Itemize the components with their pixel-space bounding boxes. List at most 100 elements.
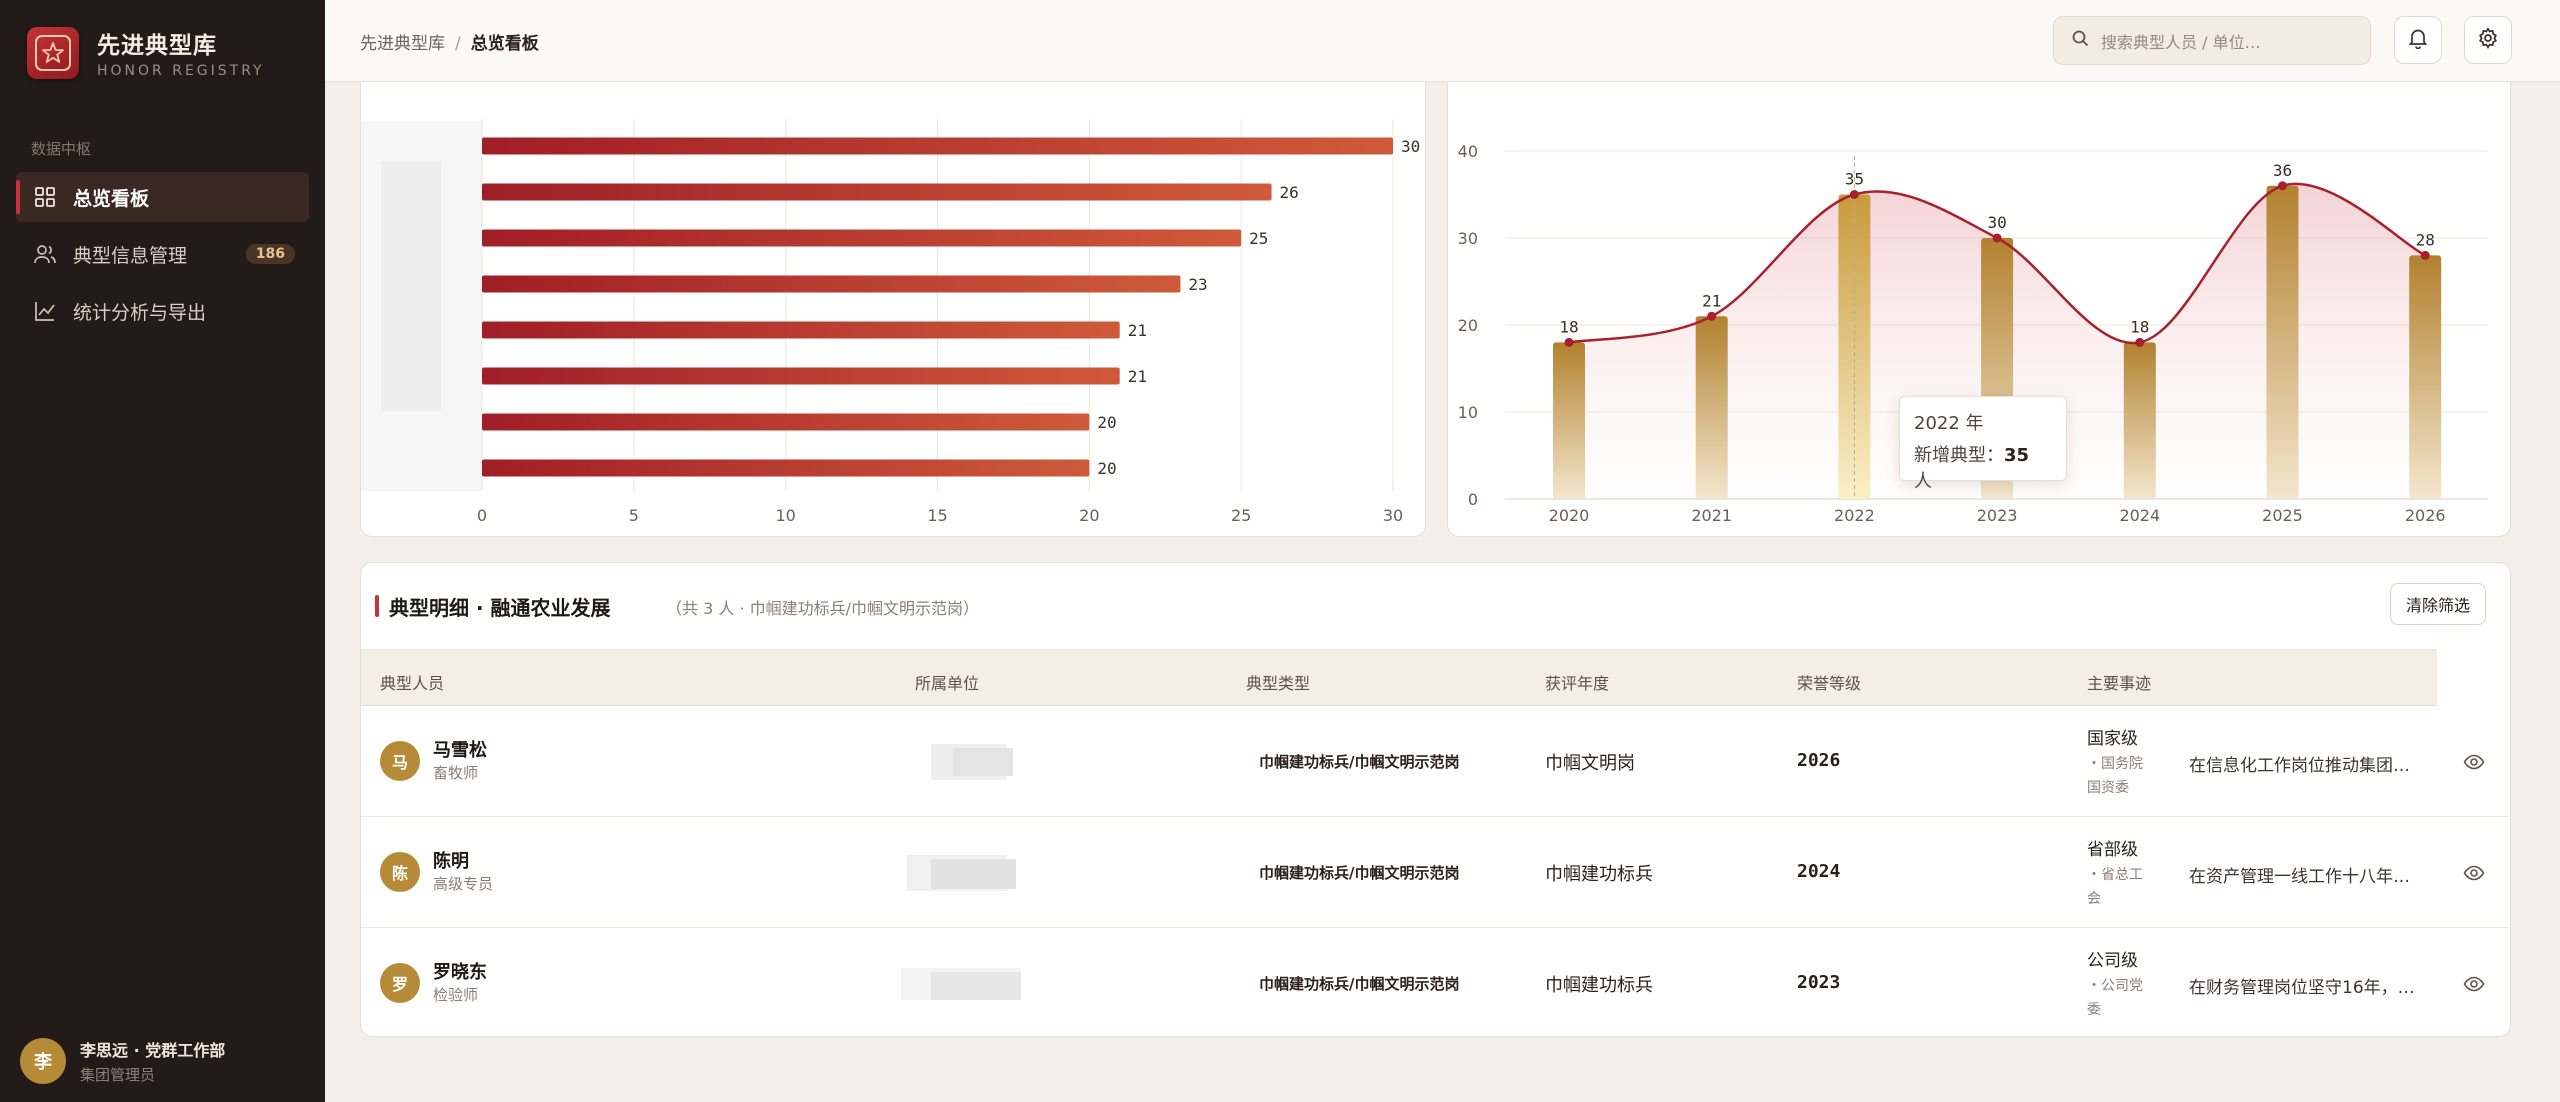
x-tick-label: 2020 [1549, 506, 1590, 525]
year-cell: 2024 [1797, 861, 1841, 882]
column-header[interactable]: 典型类型 [1246, 670, 1310, 694]
data-label: 30 [1401, 137, 1420, 156]
column-header[interactable]: 典型人员 [380, 670, 444, 694]
data-point [2420, 250, 2430, 260]
level-cell: 省部级 [2087, 840, 2138, 860]
user-name: 李思远 · 党群工作部 [80, 1041, 226, 1060]
clear-filter-button[interactable]: 清除筛选 [2390, 583, 2486, 625]
redacted-unit [901, 968, 1021, 1000]
data-label: 23 [1188, 275, 1207, 294]
data-label: 18 [2130, 317, 2149, 336]
bar [482, 183, 1272, 201]
year-cell: 2023 [1797, 972, 1841, 993]
avatar: 李 [20, 1038, 66, 1084]
level-org: ・省总工会 [2087, 867, 2143, 907]
dashboard-icon [33, 185, 57, 209]
data-point [1992, 233, 2002, 243]
bar [1553, 342, 1585, 499]
data-point [1564, 337, 1574, 347]
topbar: 先进典型库 / 总览看板 搜索典型人员 / 单位… [325, 0, 2560, 82]
sidebar-item-label: 统计分析与导出 [73, 301, 207, 324]
data-label: 20 [1097, 459, 1116, 478]
bar [2409, 255, 2442, 499]
data-label: 21 [1128, 367, 1147, 386]
detail-table-card: 典型明细 · 融通农业发展 （共 3 人 · 巾帼建功标兵/巾帼文明示范岗） 清… [360, 562, 2512, 1039]
breadcrumb-separator: / [455, 34, 461, 54]
data-label: 21 [1128, 321, 1147, 340]
avatar: 罗 [380, 963, 420, 1003]
data-label: 36 [2273, 161, 2292, 180]
person-job: 检验师 [433, 986, 479, 1004]
bar [2123, 342, 2156, 499]
notification-button[interactable] [2394, 16, 2442, 64]
y-tick-label: 20 [1458, 316, 1478, 335]
bar [482, 413, 1090, 431]
table-row[interactable]: 马 马雪松 畜牧师 巾帼建功标兵/巾帼文明示范岗 巾帼文明岗 2026 国家级 … [361, 706, 2512, 817]
breadcrumb: 先进典型库 / 总览看板 [360, 29, 539, 54]
data-point [1707, 311, 1717, 321]
person-name[interactable]: 陈明 [433, 847, 469, 873]
x-tick-label: 2022 [1834, 506, 1875, 525]
deed-cell: 在信息化工作岗位推动集团… [2189, 756, 2410, 776]
table-row[interactable]: 罗 罗晓东 检验师 巾帼建功标兵/巾帼文明示范岗 巾帼建功标兵 2023 公司级… [361, 928, 2512, 1039]
x-tick-label: 2025 [2262, 506, 2303, 525]
honor-cell: 巾帼文明岗 [1545, 753, 1635, 774]
year-cell: 2026 [1797, 750, 1841, 771]
column-header[interactable]: 所属单位 [915, 670, 979, 694]
data-point [2278, 181, 2287, 191]
count-badge: 186 [245, 244, 295, 264]
view-icon[interactable] [2463, 973, 2485, 999]
x-tick-label: 0 [477, 506, 487, 525]
bar [482, 275, 1181, 293]
data-label: 28 [2416, 230, 2435, 249]
data-label: 25 [1249, 229, 1268, 248]
table-row[interactable]: 陈 陈明 高级专员 巾帼建功标兵/巾帼文明示范岗 巾帼建功标兵 2024 省部级… [361, 817, 2512, 928]
type-cell: 巾帼建功标兵/巾帼文明示范岗 [1259, 864, 1460, 882]
bar [2266, 185, 2299, 500]
x-tick-label: 30 [1383, 506, 1403, 525]
level-cell: 公司级 [2087, 951, 2138, 971]
honor-cell: 巾帼建功标兵 [1545, 864, 1653, 885]
x-tick-label: 2023 [1977, 506, 2018, 525]
sidebar-item-dashboard[interactable]: 总览看板 [16, 172, 309, 222]
data-label: 35 [1845, 170, 1864, 189]
users-icon [33, 242, 57, 266]
gear-icon [2477, 27, 2499, 53]
bar [482, 321, 1120, 339]
x-tick-label: 15 [927, 506, 947, 525]
y-tick-label: 0 [1468, 490, 1478, 509]
deed-cell: 在财务管理岗位坚守16年，… [2189, 978, 2415, 998]
star-logo-icon [27, 26, 79, 79]
settings-button[interactable] [2464, 16, 2512, 64]
chart-tooltip: 2022 年 新增典型：35 人 [1899, 396, 2067, 492]
brand-subtitle: HONOR REGISTRY [97, 63, 265, 79]
sidebar-item-profiles[interactable]: 典型信息管理 186 [16, 229, 309, 279]
person-name[interactable]: 马雪松 [433, 736, 487, 762]
avatar: 马 [380, 741, 420, 781]
data-point [2135, 337, 2145, 347]
honor-cell: 巾帼建功标兵 [1545, 975, 1653, 996]
type-cell: 巾帼建功标兵/巾帼文明示范岗 [1259, 753, 1460, 771]
user-profile[interactable]: 李 李思远 · 党群工作部 集团管理员 [20, 1037, 225, 1085]
x-tick-label: 20 [1079, 506, 1099, 525]
sidebar-item-statistics[interactable]: 统计分析与导出 [16, 286, 309, 336]
level-org: ・国务院国资委 [2087, 756, 2143, 796]
y-tick-label: 30 [1458, 229, 1478, 248]
column-header[interactable]: 主要事迹 [2087, 670, 2151, 694]
x-tick-label: 2024 [2119, 506, 2160, 525]
view-icon[interactable] [2463, 862, 2485, 888]
breadcrumb-root[interactable]: 先进典型库 [360, 34, 445, 54]
bar [482, 137, 1393, 155]
brand[interactable]: 先进典型库 HONOR REGISTRY [27, 26, 265, 79]
column-header[interactable]: 荣誉等级 [1797, 670, 1861, 694]
view-icon[interactable] [2463, 751, 2485, 777]
column-header[interactable]: 获评年度 [1545, 670, 1609, 694]
bell-icon [2407, 27, 2429, 53]
redacted-unit [907, 855, 1016, 891]
search-icon [2072, 30, 2089, 51]
tooltip-title: 2022 年 [1914, 413, 1984, 434]
search-input[interactable]: 搜索典型人员 / 单位… [2053, 16, 2371, 65]
tooltip-label: 新增典型： [1914, 445, 2004, 466]
person-job: 畜牧师 [433, 764, 479, 782]
person-name[interactable]: 罗晓东 [433, 958, 487, 984]
